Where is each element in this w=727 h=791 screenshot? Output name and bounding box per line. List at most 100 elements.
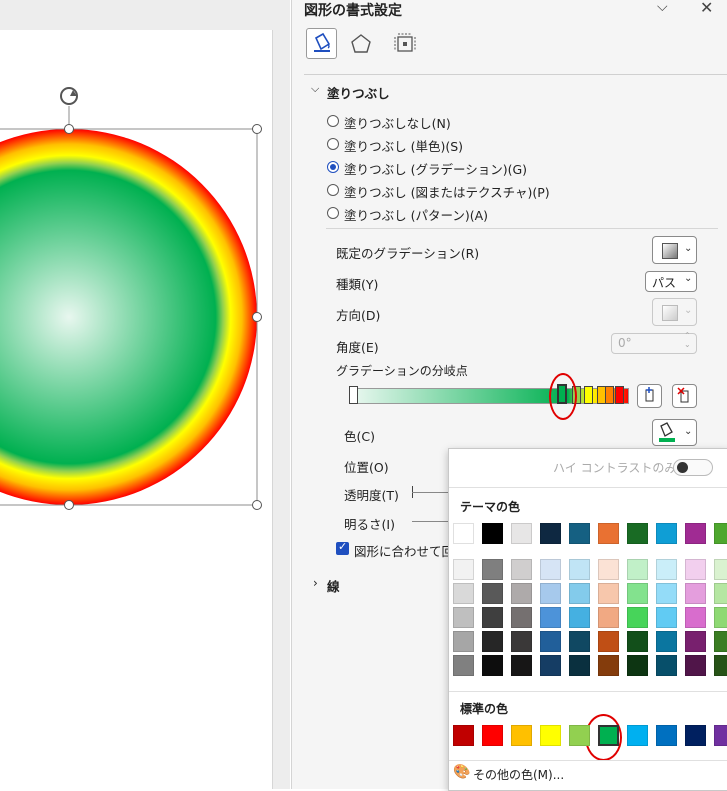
theme-shade-swatch[interactable]: [482, 631, 503, 652]
gradient-stop-1[interactable]: [349, 386, 358, 404]
theme-shade-swatch[interactable]: [569, 583, 590, 604]
theme-shade-swatch[interactable]: [540, 655, 561, 676]
fill-section-chevron-icon[interactable]: ⌵: [311, 82, 319, 96]
theme-shade-swatch[interactable]: [627, 583, 648, 604]
resize-handle-right[interactable]: [252, 312, 262, 322]
theme-shade-swatch[interactable]: [627, 655, 648, 676]
theme-shade-swatch[interactable]: [598, 583, 619, 604]
theme-shade-swatch[interactable]: [453, 631, 474, 652]
theme-shade-swatch[interactable]: [482, 559, 503, 580]
standard-color-swatch[interactable]: [656, 725, 677, 746]
radio-picture-fill[interactable]: [327, 184, 339, 196]
radio-no-fill[interactable]: [327, 115, 339, 127]
theme-shade-swatch[interactable]: [569, 559, 590, 580]
theme-shade-swatch[interactable]: [511, 607, 532, 628]
theme-shade-swatch[interactable]: [714, 607, 727, 628]
theme-shade-swatch[interactable]: [569, 631, 590, 652]
resize-handle-top-right[interactable]: [252, 124, 262, 134]
radio-pattern-fill[interactable]: [327, 207, 339, 219]
standard-color-swatch[interactable]: [598, 725, 619, 746]
fill-section-header[interactable]: 塗りつぶし: [327, 83, 390, 102]
theme-color-swatch[interactable]: [656, 523, 677, 544]
resize-handle-bottom[interactable]: [64, 500, 74, 510]
standard-color-swatch[interactable]: [540, 725, 561, 746]
theme-shade-swatch[interactable]: [714, 559, 727, 580]
more-colors-button[interactable]: 🎨 その他の色(M)...: [449, 761, 727, 788]
theme-shade-swatch[interactable]: [511, 583, 532, 604]
close-icon[interactable]: ✕: [700, 0, 713, 17]
rotate-handle[interactable]: [60, 87, 78, 105]
theme-shade-swatch[interactable]: [714, 655, 727, 676]
gradient-stop-4[interactable]: [584, 386, 593, 404]
theme-shade-swatch[interactable]: [656, 655, 677, 676]
tab-size-properties[interactable]: [390, 28, 421, 59]
resize-handle-top[interactable]: [64, 124, 74, 134]
theme-shade-swatch[interactable]: [453, 559, 474, 580]
color-picker-button[interactable]: ⌄: [652, 419, 697, 446]
type-dropdown[interactable]: パス ⌄: [645, 271, 697, 292]
resize-handle-bottom-right[interactable]: [252, 500, 262, 510]
standard-color-swatch[interactable]: [627, 725, 648, 746]
rotate-with-shape-checkbox[interactable]: ✓: [336, 540, 349, 555]
standard-color-swatch[interactable]: [569, 725, 590, 746]
theme-shade-swatch[interactable]: [453, 607, 474, 628]
theme-color-swatch[interactable]: [540, 523, 561, 544]
theme-shade-swatch[interactable]: [656, 631, 677, 652]
theme-shade-swatch[interactable]: [685, 559, 706, 580]
theme-shade-swatch[interactable]: [714, 583, 727, 604]
theme-color-swatch[interactable]: [482, 523, 503, 544]
theme-shade-swatch[interactable]: [540, 583, 561, 604]
remove-stop-button[interactable]: [672, 384, 697, 408]
theme-shade-swatch[interactable]: [627, 607, 648, 628]
standard-color-swatch[interactable]: [453, 725, 474, 746]
theme-shade-swatch[interactable]: [685, 631, 706, 652]
theme-shade-swatch[interactable]: [540, 631, 561, 652]
theme-color-swatch[interactable]: [453, 523, 474, 544]
tab-effects[interactable]: [346, 28, 377, 59]
gradient-circle[interactable]: [0, 129, 257, 505]
theme-shade-swatch[interactable]: [685, 655, 706, 676]
theme-shade-swatch[interactable]: [453, 655, 474, 676]
theme-shade-swatch[interactable]: [656, 583, 677, 604]
theme-color-swatch[interactable]: [569, 523, 590, 544]
theme-shade-swatch[interactable]: [511, 655, 532, 676]
theme-shade-swatch[interactable]: [685, 583, 706, 604]
direction-button[interactable]: ⌄: [652, 298, 697, 326]
theme-shade-swatch[interactable]: [627, 631, 648, 652]
theme-shade-swatch[interactable]: [511, 631, 532, 652]
angle-input[interactable]: 0° ⌃ ⌄: [611, 331, 697, 354]
theme-shade-swatch[interactable]: [685, 607, 706, 628]
add-stop-button[interactable]: [637, 384, 662, 408]
theme-color-swatch[interactable]: [685, 523, 706, 544]
theme-color-swatch[interactable]: [598, 523, 619, 544]
theme-color-swatch[interactable]: [714, 523, 727, 544]
theme-shade-swatch[interactable]: [598, 655, 619, 676]
brightness-slider[interactable]: [412, 521, 448, 522]
theme-shade-swatch[interactable]: [540, 607, 561, 628]
theme-color-swatch[interactable]: [627, 523, 648, 544]
preset-gradient-button[interactable]: ⌄: [652, 236, 697, 264]
theme-shade-swatch[interactable]: [540, 559, 561, 580]
angle-spinner-icon[interactable]: ⌃ ⌄: [684, 331, 691, 349]
radio-solid-fill[interactable]: [327, 138, 339, 150]
radio-gradient-fill[interactable]: [327, 161, 339, 173]
theme-shade-swatch[interactable]: [598, 631, 619, 652]
line-section-header[interactable]: 線: [327, 576, 340, 595]
theme-shade-swatch[interactable]: [453, 583, 474, 604]
theme-shade-swatch[interactable]: [482, 607, 503, 628]
theme-shade-swatch[interactable]: [482, 655, 503, 676]
pane-options-chevron-icon[interactable]: ⌵: [657, 0, 668, 15]
theme-shade-swatch[interactable]: [598, 607, 619, 628]
standard-color-swatch[interactable]: [511, 725, 532, 746]
theme-shade-swatch[interactable]: [656, 607, 677, 628]
theme-shade-swatch[interactable]: [627, 559, 648, 580]
theme-shade-swatch[interactable]: [598, 559, 619, 580]
gradient-stop-6[interactable]: [605, 386, 614, 404]
tab-fill-line[interactable]: [306, 28, 337, 59]
high-contrast-toggle[interactable]: [673, 459, 713, 476]
line-section-chevron-icon[interactable]: ›: [313, 576, 318, 590]
standard-color-swatch[interactable]: [685, 725, 706, 746]
gradient-stop-7[interactable]: [615, 386, 624, 404]
theme-shade-swatch[interactable]: [482, 583, 503, 604]
theme-color-swatch[interactable]: [511, 523, 532, 544]
